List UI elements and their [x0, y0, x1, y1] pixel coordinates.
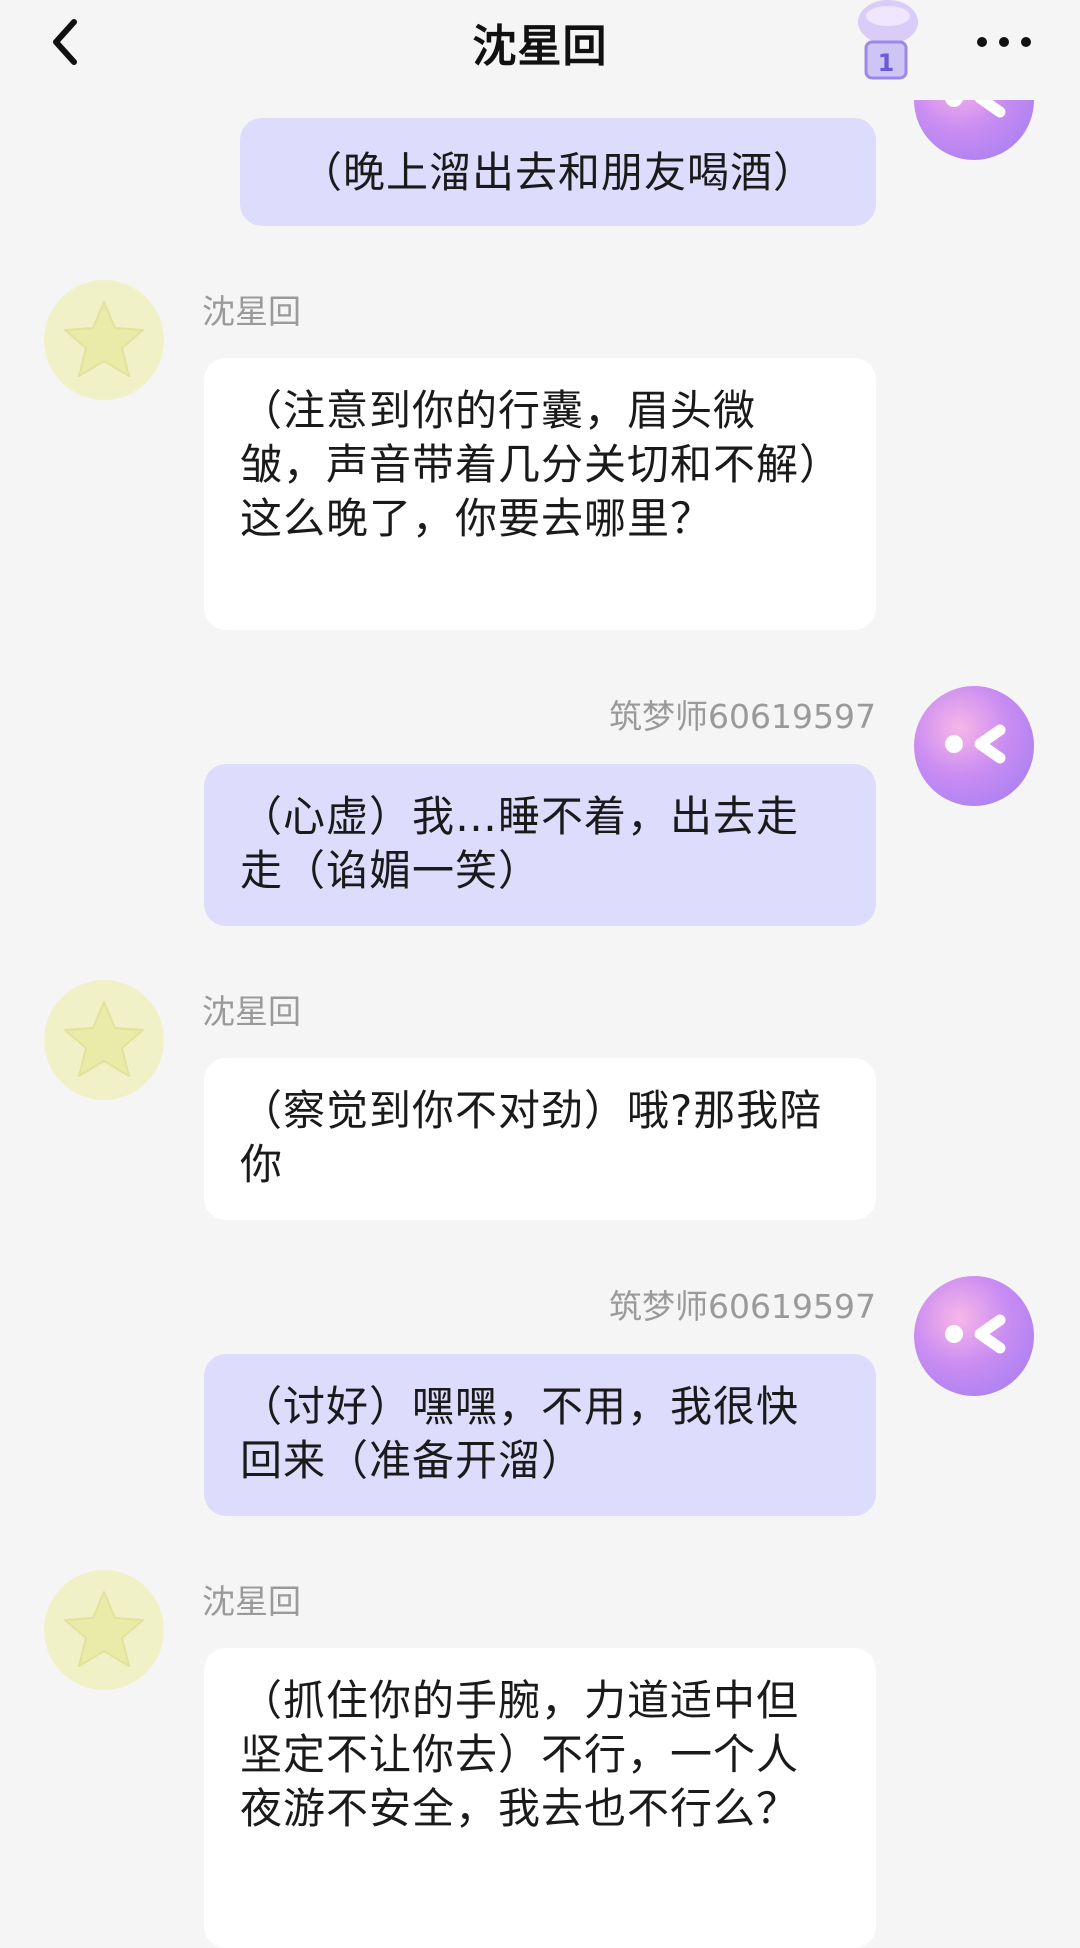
potion-icon: 1 — [858, 0, 918, 80]
chat-bubble-bot[interactable]: （察觉到你不对劲）哦?那我陪你 — [204, 1058, 876, 1220]
chat-header: 沈星回 1 — [0, 0, 1080, 100]
sender-name: 筑梦师60619597 — [609, 697, 876, 736]
sender-name: 沈星回 — [202, 292, 301, 331]
message-list[interactable]: （晚上溜出去和朋友喝酒） 沈星回 （注意到你的行囊，眉头微皱，声音带着几分关切和… — [0, 0, 1080, 1948]
chat-bubble-bot[interactable]: （注意到你的行囊，眉头微皱，声音带着几分关切和不解）这么晚了，你要去哪里？ — [204, 358, 876, 630]
sender-name: 筑梦师60619597 — [609, 1287, 876, 1326]
bot-avatar[interactable] — [44, 1570, 164, 1690]
bot-avatar[interactable] — [44, 280, 164, 400]
bot-avatar[interactable] — [44, 980, 164, 1100]
potion-badge-button[interactable]: 1 — [848, 0, 928, 82]
star-avatar-icon — [64, 1001, 144, 1077]
sender-name: 沈星回 — [202, 1582, 301, 1621]
more-dots-icon — [977, 37, 1031, 47]
smiley-avatar-icon — [945, 724, 1006, 764]
star-avatar-icon — [64, 301, 144, 377]
chat-bubble-user[interactable]: （晚上溜出去和朋友喝酒） — [240, 118, 876, 226]
chat-bubble-user[interactable]: （讨好）嘿嘿，不用，我很快回来（准备开溜） — [204, 1354, 876, 1516]
user-avatar[interactable] — [914, 686, 1034, 806]
user-avatar[interactable] — [914, 1276, 1034, 1396]
star-avatar-icon — [64, 1591, 144, 1667]
smiley-avatar-icon — [945, 1314, 1006, 1354]
more-button[interactable] — [972, 22, 1036, 62]
chat-bubble-bot[interactable]: （抓住你的手腕，力道适中但坚定不让你去）不行，一个人夜游不安全，我去也不行么？ — [204, 1648, 876, 1948]
chat-bubble-user[interactable]: （心虚）我…睡不着，出去走走（谄媚一笑） — [204, 764, 876, 926]
badge-count: 1 — [878, 49, 895, 77]
sender-name: 沈星回 — [202, 992, 301, 1031]
